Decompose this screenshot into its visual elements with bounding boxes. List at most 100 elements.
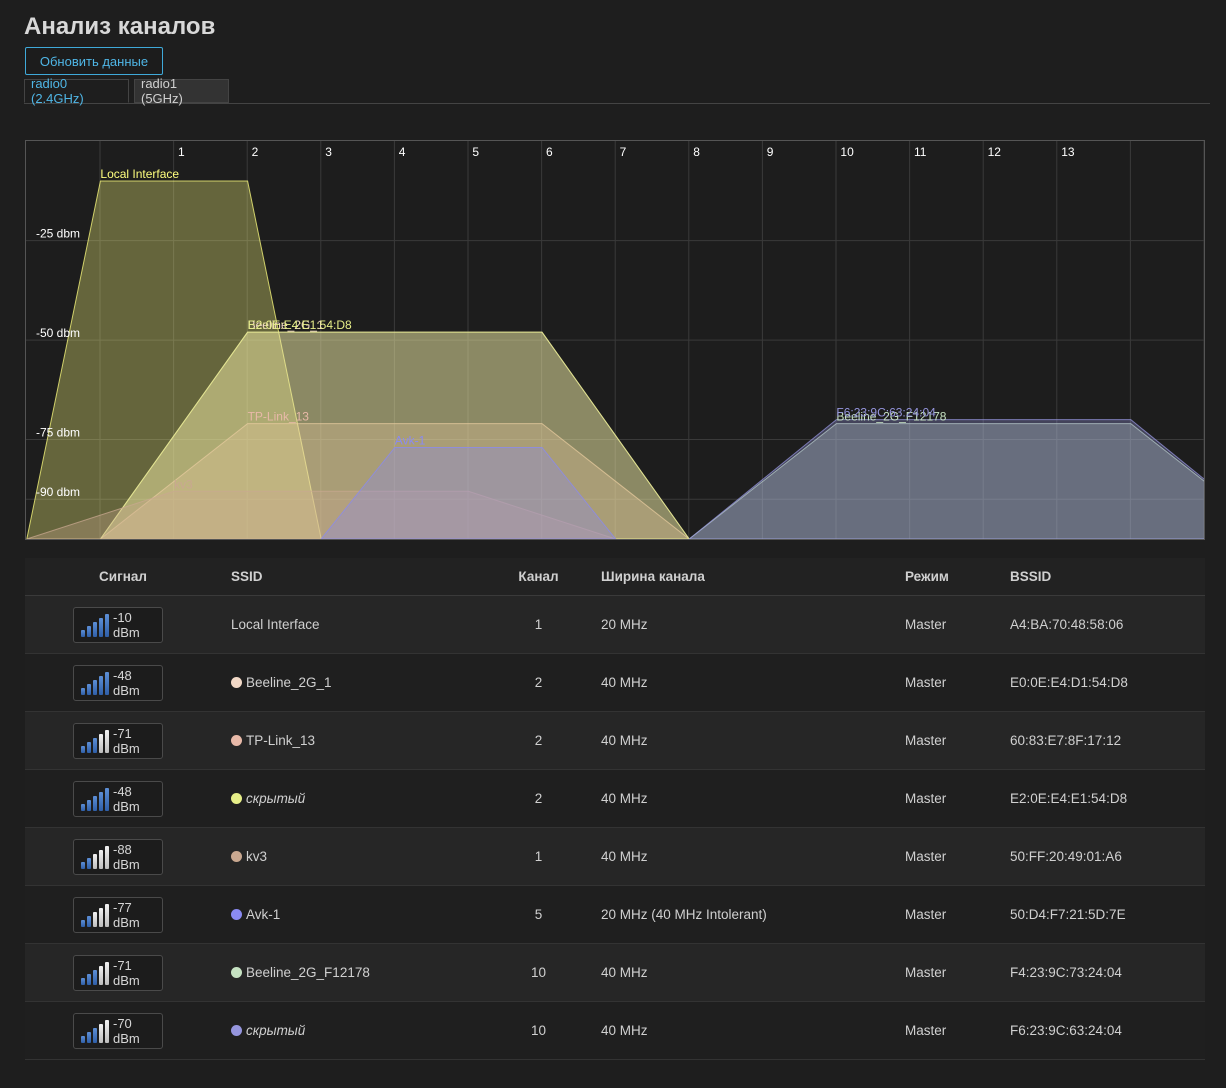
bssid-cell: E0:0E:E4:D1:54:D8 [1010,653,1205,712]
ssid-cell: Beeline_2G_F12178 [231,943,491,1002]
signal-strength-icon [81,1019,109,1043]
signal-cell: -48 dBm [25,653,231,712]
series-color-dot [231,1024,242,1036]
channel-cell: 1 [491,595,586,654]
header-signal: Сигнал [25,558,231,596]
x-tick-label: 13 [1061,145,1075,159]
signal-bar [99,791,103,811]
signal-value: -88 dBm [113,841,140,872]
header-mode: Режим [905,558,1010,596]
signal-badge: -71 dBm [73,722,163,759]
signal-bar [93,911,97,927]
x-tick-label: 11 [914,145,927,159]
signal-cell: -71 dBm [25,711,231,770]
refresh-button[interactable]: Обновить данные [25,47,163,75]
signal-bar [105,613,109,637]
signal-badge: -10 dBm [73,606,163,643]
signal-badge: -70 dBm [73,1012,163,1049]
ssid-cell: скрытый [231,769,491,828]
x-tick-label: 9 [767,145,774,159]
mode-cell: Master [905,1001,1010,1060]
x-tick-label: 6 [546,145,553,159]
channel-cell: 1 [491,827,586,886]
tab-radio0[interactable]: radio0 (2.4GHz) [24,76,129,106]
x-tick-label: 12 [988,145,1002,159]
signal-value: -48 dBm [113,783,140,814]
y-tick-label: -75 dbm [36,426,80,440]
x-tick-label: 7 [620,145,627,159]
x-tick-label: 4 [399,145,406,159]
signal-bar [93,853,97,869]
signal-strength-icon [81,787,109,811]
header-ssid: SSID [231,558,491,596]
x-tick-label: 8 [693,145,700,159]
ssid-cell: Beeline_2G_1 [231,653,491,712]
signal-bar [81,919,85,927]
signal-bar [87,741,91,753]
series-label: Avk-1 [395,434,426,448]
ssid-label: Beeline_2G_F12178 [246,964,370,980]
signal-area-7 [688,419,1204,539]
series-label: E2:0E:E4:E1:54:D8 [248,318,352,332]
width-cell: 20 MHz [586,595,905,654]
width-cell: 40 MHz [586,653,905,712]
table-row: -77 dBm Avk-1 5 20 MHz (40 MHz Intolerant) M… [25,885,1205,944]
signal-bar [93,679,97,695]
bssid-cell: F6:23:9C:63:24:04 [1010,1001,1205,1060]
header-width: Ширина канала [586,558,905,596]
ssid-label: Beeline_2G_1 [246,674,332,690]
table-header-row: Сигнал SSID Канал Ширина канала Режим BS… [25,558,1205,596]
width-cell: 20 MHz (40 MHz Intolerant) [586,885,905,944]
signal-bar [93,969,97,985]
signal-bar [99,907,103,927]
ssid-cell: TP-Link_13 [231,711,491,770]
series-label: TP-Link_13 [248,410,310,424]
tab-radio1[interactable]: radio1 (5GHz) [134,76,229,106]
series-color-dot [231,966,242,978]
signal-bar [99,849,103,869]
signal-strength-icon [81,845,109,869]
channel-cell: 10 [491,1001,586,1060]
signal-bar [87,625,91,637]
signal-value: -10 dBm [113,609,140,640]
series-color-dot [231,676,242,688]
signal-bar [105,1019,109,1043]
signal-bar [105,729,109,753]
series-color-dot [231,734,242,746]
x-tick-label: 5 [472,145,479,159]
width-cell: 40 MHz [586,1001,905,1060]
signal-badge: -48 dBm [73,664,163,701]
signal-strength-icon [81,729,109,753]
series-color-dot [231,792,242,804]
signal-value: -71 dBm [113,725,140,756]
table-row: -88 dBm kv3 1 40 MHz Master 50:FF:20:49:01:A6 [25,827,1205,886]
channel-cell: 2 [491,653,586,712]
bssid-cell: 60:83:E7:8F:17:12 [1010,711,1205,770]
width-cell: 40 MHz [586,827,905,886]
bssid-cell: F4:23:9C:73:24:04 [1010,943,1205,1002]
channel-cell: 5 [491,885,586,944]
signal-bar [87,857,91,869]
x-tick-label: 1 [178,145,185,159]
page-title: Анализ каналов [24,13,216,40]
bssid-cell: 50:D4:F7:21:5D:7E [1010,885,1205,944]
x-tick-label: 10 [840,145,854,159]
table-row: -48 dBm скрытый 2 40 MHz Master E2:0E:E4:E1:5… [25,769,1205,828]
signal-value: -48 dBm [113,667,140,698]
signal-cell: -10 dBm [25,595,231,654]
mode-cell: Master [905,943,1010,1002]
signal-bar [99,675,103,695]
mode-cell: Master [905,885,1010,944]
signal-strength-icon [81,613,109,637]
signal-bar [81,745,85,753]
signal-bar [105,903,109,927]
signal-value: -77 dBm [113,899,140,930]
header-channel: Канал [491,558,586,596]
signal-badge: -88 dBm [73,838,163,875]
signal-bar [87,683,91,695]
signal-strength-icon [81,903,109,927]
channel-chart: Local Interface Beeline_2G_1 TP-Link_13 E2:… [25,140,1205,540]
channel-cell: 2 [491,769,586,828]
signal-value: -70 dBm [113,1015,140,1046]
channel-cell: 10 [491,943,586,1002]
